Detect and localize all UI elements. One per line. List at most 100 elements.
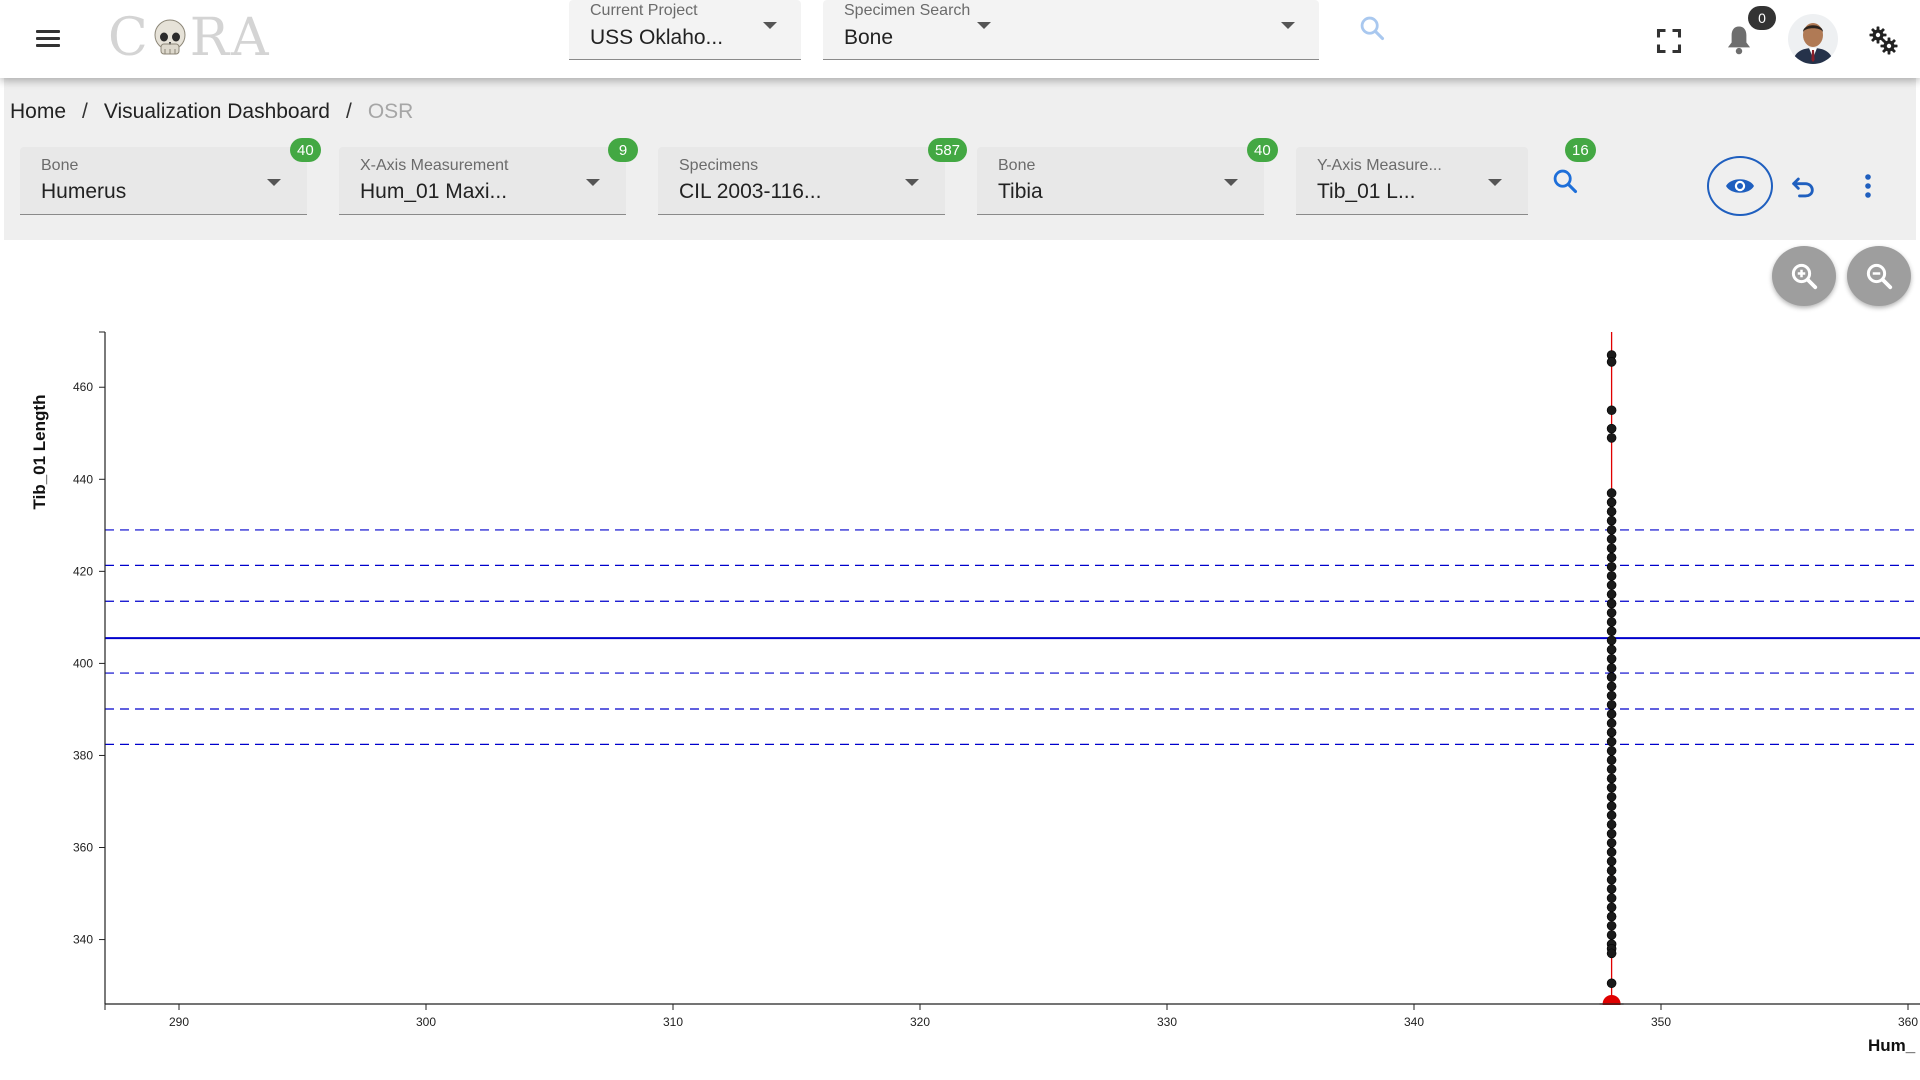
settings-gears-icon[interactable] — [1867, 24, 1899, 56]
data-point — [1606, 727, 1617, 738]
y-tick-label: 340 — [73, 933, 93, 947]
data-point — [1606, 497, 1617, 508]
chevron-down-icon — [267, 179, 281, 186]
y-bone-label: Bone — [998, 157, 1036, 174]
chevron-down-icon — [905, 179, 919, 186]
specimens-value: CIL 2003-116... — [679, 180, 822, 203]
zoom-out-button[interactable] — [1847, 246, 1911, 306]
data-point — [1606, 709, 1617, 719]
x-tick-label: 360 — [1898, 1015, 1918, 1029]
undo-icon[interactable] — [1789, 172, 1817, 200]
breadcrumb-home[interactable]: Home — [10, 100, 66, 124]
chevron-down-icon — [763, 22, 777, 29]
data-point — [1606, 653, 1617, 664]
top-app-bar: C RA Current Project USS Oklaho... Speci… — [0, 0, 1920, 78]
chevron-down-icon — [586, 179, 600, 186]
data-point — [1606, 718, 1617, 729]
zoom-in-icon — [1791, 263, 1818, 290]
notification-count-badge: 0 — [1748, 6, 1776, 30]
data-point — [1606, 773, 1617, 784]
x-tick-label: 330 — [1157, 1015, 1177, 1029]
data-point — [1606, 607, 1617, 618]
search-icon[interactable] — [1358, 14, 1386, 42]
y-tick-label: 400 — [73, 656, 93, 670]
y-tick-label: 440 — [73, 472, 93, 486]
data-point — [1606, 792, 1617, 802]
data-point — [1606, 357, 1617, 367]
zoom-in-button[interactable] — [1772, 246, 1836, 306]
data-point — [1606, 617, 1617, 627]
chevron-down-icon — [1281, 22, 1295, 29]
data-point — [1606, 644, 1617, 655]
data-point — [1606, 580, 1617, 590]
data-point — [1606, 488, 1617, 498]
data-point — [1606, 506, 1617, 517]
x-axis-measurement-value: Hum_01 Maxi... — [360, 180, 508, 203]
specimen-search-label: Specimen Search — [844, 2, 971, 19]
y-tick-label: 460 — [73, 380, 93, 394]
data-point — [1606, 755, 1617, 765]
data-point — [1606, 561, 1617, 572]
cora-logo: C RA — [108, 8, 271, 68]
x-axis-measurement-label: X-Axis Measurement — [360, 157, 509, 174]
x-bone-label: Bone — [41, 157, 79, 174]
search-icon[interactable] — [1551, 167, 1579, 195]
chevron-down-icon — [1488, 179, 1502, 186]
breadcrumb-current: OSR — [367, 100, 414, 123]
data-point — [1606, 948, 1617, 959]
specimens-count-badge: 587 — [928, 138, 968, 162]
y-axis-measurement-select[interactable]: Y-Axis Measure... Tib_01 L... — [1296, 147, 1528, 215]
chevron-down-icon — [977, 22, 991, 29]
data-point — [1606, 884, 1617, 894]
current-project-value: USS Oklaho... — [590, 26, 724, 49]
current-project-label: Current Project — [590, 2, 698, 19]
data-point — [1606, 663, 1617, 673]
specimen-search-select[interactable]: Specimen Search Bone — [823, 0, 1319, 60]
x-tick-label: 290 — [169, 1015, 189, 1029]
bell-icon[interactable] — [1724, 24, 1754, 56]
data-point — [1606, 893, 1617, 903]
data-point — [1606, 433, 1617, 443]
data-point — [1606, 920, 1617, 931]
x-bone-select[interactable]: Bone Humerus — [20, 147, 307, 215]
more-vert-icon[interactable] — [1856, 172, 1880, 200]
y-bone-select[interactable]: Bone Tibia — [977, 147, 1264, 215]
x-axis-measurement-select[interactable]: X-Axis Measurement Hum_01 Maxi... — [339, 147, 626, 215]
data-point — [1606, 672, 1617, 683]
specimen-search-value: Bone — [844, 26, 894, 49]
skull-icon — [154, 19, 186, 55]
y-tick-label: 360 — [73, 841, 93, 855]
current-project-select[interactable]: Current Project USS Oklaho... — [569, 0, 801, 60]
menu-icon[interactable] — [36, 26, 64, 52]
breadcrumb-dashboard[interactable]: Visualization Dashboard — [104, 100, 330, 124]
y-tick-label: 420 — [73, 564, 93, 578]
data-point — [1606, 626, 1617, 636]
data-point — [1606, 856, 1617, 867]
specimens-select[interactable]: Specimens CIL 2003-116... — [658, 147, 945, 215]
y-axis-title: Tib_01 Length — [30, 395, 49, 510]
visibility-toggle-button[interactable] — [1707, 156, 1773, 216]
data-point — [1606, 534, 1617, 544]
data-point — [1606, 978, 1617, 989]
data-point — [1606, 810, 1617, 821]
y-axis-measurement-label: Y-Axis Measure... — [1317, 157, 1442, 174]
breadcrumb-separator: / — [82, 100, 88, 123]
breadcrumb-separator: / — [345, 100, 352, 123]
selected-point-mask — [1599, 1005, 1624, 1017]
x-tick-label: 350 — [1651, 1015, 1671, 1029]
y-measurement-count-badge: 16 — [1565, 138, 1596, 162]
data-point — [1606, 819, 1617, 830]
data-point — [1606, 801, 1617, 811]
x-tick-label: 310 — [663, 1015, 683, 1029]
data-point — [1606, 690, 1617, 701]
chevron-down-icon — [1224, 179, 1238, 186]
x-measurement-count-badge: 9 — [608, 138, 638, 162]
avatar[interactable] — [1788, 14, 1838, 64]
scatter-chart[interactable]: 340 360 380 400 420 440 460 290 300 310 320 330 340 3… — [0, 320, 1920, 1080]
data-point — [1606, 423, 1617, 434]
fullscreen-icon[interactable] — [1655, 27, 1683, 55]
data-point — [1606, 828, 1617, 839]
x-tick-label: 300 — [416, 1015, 436, 1029]
data-point — [1606, 874, 1617, 885]
data-point — [1606, 930, 1617, 940]
